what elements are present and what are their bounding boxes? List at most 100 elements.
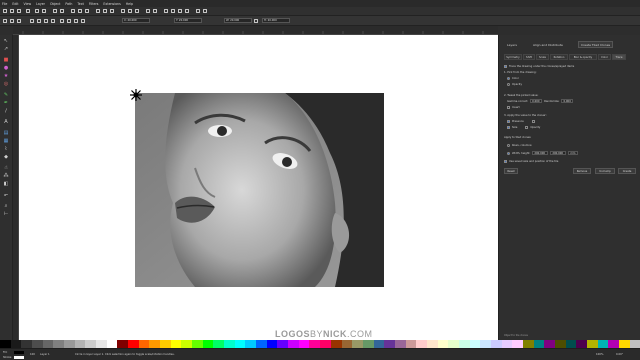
palette-swatch[interactable] <box>74 340 86 348</box>
tile-width-field[interactable]: 200.000 <box>532 151 549 155</box>
gradient-tool-icon[interactable]: ▤ <box>3 130 9 136</box>
zoom-drawing-icon[interactable] <box>103 9 107 13</box>
palette-swatch[interactable] <box>149 340 161 348</box>
palette-swatch[interactable] <box>288 340 299 348</box>
lock-icon[interactable] <box>254 19 258 23</box>
palette-swatch[interactable] <box>181 340 193 348</box>
trace-checkbox[interactable] <box>504 64 507 68</box>
dropper-tool-icon[interactable]: ⌇ <box>3 146 9 152</box>
menu-filters[interactable]: Filters <box>89 2 99 6</box>
import-icon[interactable] <box>35 9 39 13</box>
group-icon[interactable] <box>146 9 150 13</box>
calligraphy-tool-icon[interactable]: ∕ <box>3 108 9 114</box>
palette-swatch[interactable] <box>256 340 267 348</box>
gamma-field[interactable]: 0.000 <box>530 99 543 103</box>
opacity-radio[interactable] <box>507 82 510 86</box>
rows-columns-radio[interactable] <box>507 143 510 147</box>
palette-swatch[interactable] <box>362 340 374 348</box>
subtab-blur-opacity[interactable]: Blur & opacity <box>569 54 597 60</box>
palette-swatch[interactable] <box>309 340 321 348</box>
unlink-clone-icon[interactable] <box>135 9 139 13</box>
menu-file[interactable]: File <box>2 2 7 6</box>
create-button[interactable]: Create <box>618 168 636 174</box>
palette-swatch[interactable] <box>266 340 278 348</box>
subtab-color[interactable]: Color <box>598 54 611 60</box>
duplicate-icon[interactable] <box>121 9 125 13</box>
tile-height-field[interactable]: 200.000 <box>550 151 567 155</box>
rotate-value[interactable]: 0.00° <box>616 353 623 356</box>
palette-swatch[interactable] <box>394 340 406 348</box>
cut-icon[interactable] <box>78 9 82 13</box>
palette-swatch[interactable] <box>608 340 619 348</box>
width-height-radio[interactable] <box>507 151 510 155</box>
palette-swatch[interactable] <box>618 340 630 348</box>
palette-swatch[interactable] <box>160 340 171 348</box>
undo-icon[interactable] <box>53 9 57 13</box>
palette-swatch[interactable] <box>42 340 54 348</box>
palette-swatch[interactable] <box>32 340 43 348</box>
lower-to-bottom-icon[interactable] <box>81 19 85 23</box>
xml-editor-icon[interactable] <box>178 9 182 13</box>
reset-button[interactable]: Reset <box>504 168 518 174</box>
palette-swatch[interactable] <box>245 340 257 348</box>
horizontal-ruler[interactable] <box>13 26 498 35</box>
palette-swatch[interactable] <box>234 340 246 348</box>
raise-icon[interactable] <box>67 19 71 23</box>
menu-view[interactable]: View <box>24 2 32 6</box>
text-tool-icon[interactable]: A <box>3 119 9 125</box>
palette-swatch[interactable] <box>373 340 385 348</box>
menu-extensions[interactable]: Extensions <box>103 2 120 6</box>
palette-swatch[interactable] <box>85 340 97 348</box>
tab-align-distribute[interactable]: Align and Distribute <box>531 41 565 48</box>
remove-button[interactable]: Remove <box>573 168 591 174</box>
spiral-tool-icon[interactable]: ◎ <box>3 81 9 87</box>
unclump-button[interactable]: Unclump <box>595 168 615 174</box>
paint-bucket-tool-icon[interactable]: ◆ <box>3 154 9 160</box>
menu-edit[interactable]: Edit <box>12 2 18 6</box>
select-all-icon[interactable] <box>3 19 7 23</box>
presence-checkbox[interactable] <box>507 119 510 123</box>
rotate-cw-icon[interactable] <box>37 19 41 23</box>
subtab-trace[interactable]: Trace <box>612 54 626 60</box>
palette-swatch[interactable] <box>437 340 449 348</box>
unit-select[interactable]: mm <box>568 151 579 155</box>
palette-swatch[interactable] <box>352 340 363 348</box>
lower-icon[interactable] <box>74 19 78 23</box>
eraser-tool-icon[interactable]: ◧ <box>3 181 9 187</box>
palette-swatch[interactable] <box>341 340 353 348</box>
color-radio[interactable] <box>507 76 510 80</box>
width-field[interactable]: W: 20.000 <box>224 18 252 23</box>
palette-swatch[interactable] <box>576 340 587 348</box>
pen-tool-icon[interactable]: ✒ <box>3 100 9 106</box>
flip-vertical-icon[interactable] <box>51 19 55 23</box>
palette-swatch[interactable] <box>554 340 566 348</box>
opacity-value[interactable]: 100 <box>30 353 35 356</box>
palette-swatch[interactable] <box>117 340 129 348</box>
palette-swatch[interactable] <box>405 340 417 348</box>
menu-object[interactable]: Object <box>50 2 60 6</box>
height-field[interactable]: H: 20.000 <box>262 18 290 23</box>
y-coordinate-field[interactable]: Y: 20.000 <box>174 18 202 23</box>
palette-swatch[interactable] <box>106 340 118 348</box>
menu-layer[interactable]: Layer <box>36 2 45 6</box>
palette-swatch[interactable] <box>448 340 459 348</box>
palette-swatch[interactable] <box>213 340 225 348</box>
raise-to-top-icon[interactable] <box>60 19 64 23</box>
export-icon[interactable] <box>42 9 46 13</box>
layer-indicator[interactable]: Layer 1 <box>40 353 50 356</box>
sun-star-icon[interactable] <box>130 89 142 101</box>
zoom-value[interactable]: 100% <box>596 353 603 356</box>
color-apply-checkbox[interactable] <box>531 119 535 123</box>
zoom-page-icon[interactable] <box>110 9 114 13</box>
palette-swatch[interactable] <box>224 340 235 348</box>
fill-stroke-icon[interactable] <box>164 9 168 13</box>
palette-swatch[interactable] <box>512 340 523 348</box>
palette-swatch[interactable] <box>277 340 289 348</box>
randomize-field[interactable]: 0.000 <box>561 99 574 103</box>
paste-icon[interactable] <box>85 9 89 13</box>
node-tool-icon[interactable]: ↗ <box>3 46 9 52</box>
zoom-selection-icon[interactable] <box>96 9 100 13</box>
new-document-icon[interactable] <box>3 9 7 13</box>
palette-swatch[interactable] <box>458 340 470 348</box>
preferences-icon[interactable] <box>196 9 200 13</box>
